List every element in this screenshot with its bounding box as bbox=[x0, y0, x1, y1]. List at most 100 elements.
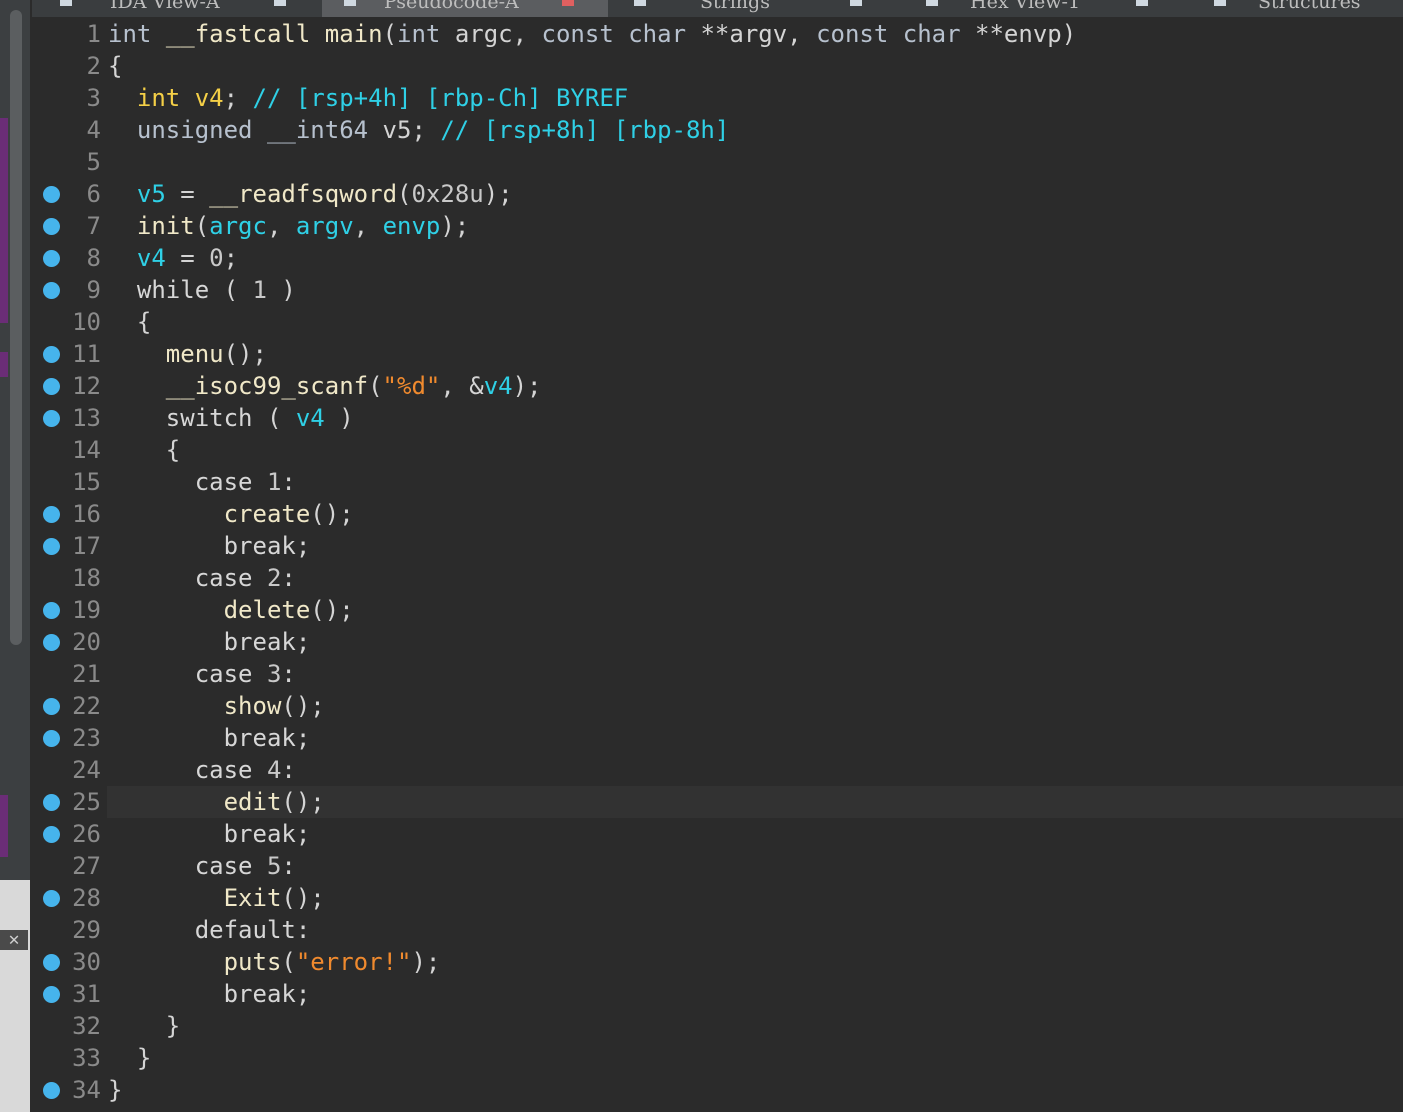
code-line[interactable]: 28 Exit(); bbox=[32, 882, 1403, 914]
code-text[interactable]: break; bbox=[108, 626, 311, 658]
code-text[interactable]: } bbox=[108, 1010, 180, 1042]
code-line[interactable]: 12 __isoc99_scanf("%d", &v4); bbox=[32, 370, 1403, 402]
close-tab-icon[interactable] bbox=[1136, 0, 1148, 6]
code-token: menu bbox=[165, 340, 224, 368]
code-text[interactable]: puts("error!"); bbox=[108, 946, 441, 978]
code-line[interactable]: 21 case 3: bbox=[32, 658, 1403, 690]
tab-hex-view-1[interactable]: Hex View-1 bbox=[908, 0, 1198, 17]
code-text[interactable]: { bbox=[108, 50, 122, 82]
tab-strings[interactable]: Strings bbox=[614, 0, 904, 17]
code-line[interactable]: 17 break; bbox=[32, 530, 1403, 562]
breakpoint-dot-icon[interactable] bbox=[43, 410, 60, 427]
code-text[interactable]: int __fastcall main(int argc, const char… bbox=[108, 18, 1076, 50]
code-text[interactable]: case 2: bbox=[108, 562, 296, 594]
code-text[interactable]: while ( 1 ) bbox=[108, 274, 296, 306]
code-text[interactable]: edit(); bbox=[108, 786, 325, 818]
pseudocode-editor[interactable]: 1 int __fastcall main(int argc, const cha… bbox=[32, 17, 1403, 1112]
tab-pseudocode-a[interactable]: Pseudocode-A bbox=[322, 0, 608, 17]
code-line[interactable]: 34} bbox=[32, 1074, 1403, 1106]
code-line[interactable]: 33 } bbox=[32, 1042, 1403, 1074]
code-line[interactable]: 1 int __fastcall main(int argc, const cha… bbox=[32, 18, 1403, 50]
code-line[interactable]: 16 create(); bbox=[32, 498, 1403, 530]
code-text[interactable]: int v4; // [rsp+4h] [rbp-Ch] BYREF bbox=[108, 82, 628, 114]
code-line[interactable]: 26 break; bbox=[32, 818, 1403, 850]
code-token: ) bbox=[324, 404, 354, 432]
code-text[interactable]: break; bbox=[108, 818, 311, 850]
code-line[interactable]: 15 case 1: bbox=[32, 466, 1403, 498]
code-text[interactable]: v4 = 0; bbox=[108, 242, 238, 274]
code-text[interactable]: case 1: bbox=[108, 466, 296, 498]
left-scrollbar-thumb[interactable] bbox=[10, 10, 22, 645]
breakpoint-dot-icon[interactable] bbox=[43, 698, 60, 715]
tab-ida-view-a[interactable]: IDA View-A bbox=[32, 0, 317, 17]
code-text[interactable]: break; bbox=[108, 722, 311, 754]
close-tab-icon[interactable] bbox=[274, 0, 286, 6]
tab-structures[interactable]: Structures bbox=[1202, 0, 1403, 17]
code-text[interactable]: menu(); bbox=[108, 338, 267, 370]
breakpoint-dot-icon[interactable] bbox=[43, 890, 60, 907]
breakpoint-dot-icon[interactable] bbox=[43, 378, 60, 395]
code-text[interactable]: switch ( v4 ) bbox=[108, 402, 354, 434]
breakpoint-dot-icon[interactable] bbox=[43, 1082, 60, 1099]
code-text[interactable]: init(argc, argv, envp); bbox=[108, 210, 469, 242]
code-line[interactable]: 31 break; bbox=[32, 978, 1403, 1010]
code-line[interactable]: 5 bbox=[32, 146, 1403, 178]
code-text[interactable]: break; bbox=[108, 530, 311, 562]
breakpoint-dot-icon[interactable] bbox=[43, 602, 60, 619]
breakpoint-dot-icon[interactable] bbox=[43, 538, 60, 555]
breakpoint-dot-icon[interactable] bbox=[43, 730, 60, 747]
code-line[interactable]: 23 break; bbox=[32, 722, 1403, 754]
code-text[interactable]: } bbox=[108, 1042, 151, 1074]
code-line[interactable]: 24 case 4: bbox=[32, 754, 1403, 786]
code-text[interactable]: delete(); bbox=[108, 594, 354, 626]
breakpoint-dot-icon[interactable] bbox=[43, 986, 60, 1003]
code-line[interactable]: 11 menu(); bbox=[32, 338, 1403, 370]
code-text[interactable]: { bbox=[108, 306, 151, 338]
code-text[interactable]: create(); bbox=[108, 498, 354, 530]
code-text[interactable]: case 3: bbox=[108, 658, 296, 690]
breakpoint-dot-icon[interactable] bbox=[43, 826, 60, 843]
code-line[interactable]: 20 break; bbox=[32, 626, 1403, 658]
breakpoint-dot-icon[interactable] bbox=[43, 218, 60, 235]
close-tab-icon[interactable] bbox=[562, 0, 574, 6]
code-text[interactable]: show(); bbox=[108, 690, 325, 722]
close-icon[interactable]: ✕ bbox=[0, 930, 28, 950]
code-line[interactable]: 3 int v4; // [rsp+4h] [rbp-Ch] BYREF bbox=[32, 82, 1403, 114]
code-text[interactable]: default: bbox=[108, 914, 311, 946]
breakpoint-dot-icon[interactable] bbox=[43, 186, 60, 203]
code-text[interactable]: break; bbox=[108, 978, 311, 1010]
breakpoint-dot-icon[interactable] bbox=[43, 634, 60, 651]
code-line[interactable]: 18 case 2: bbox=[32, 562, 1403, 594]
code-line[interactable]: 29 default: bbox=[32, 914, 1403, 946]
code-line[interactable]: 13 switch ( v4 ) bbox=[32, 402, 1403, 434]
close-tab-icon[interactable] bbox=[850, 0, 862, 6]
code-line[interactable]: 14 { bbox=[32, 434, 1403, 466]
code-line[interactable]: 25 edit(); bbox=[32, 786, 1403, 818]
code-line[interactable]: 6 v5 = __readfsqword(0x28u); bbox=[32, 178, 1403, 210]
code-line[interactable]: 22 show(); bbox=[32, 690, 1403, 722]
code-text[interactable]: unsigned __int64 v5; // [rsp+8h] [rbp-8h… bbox=[108, 114, 729, 146]
code-line[interactable]: 30 puts("error!"); bbox=[32, 946, 1403, 978]
breakpoint-dot-icon[interactable] bbox=[43, 346, 60, 363]
code-text[interactable]: v5 = __readfsqword(0x28u); bbox=[108, 178, 513, 210]
code-line[interactable]: 10 { bbox=[32, 306, 1403, 338]
breakpoint-dot-icon[interactable] bbox=[43, 954, 60, 971]
code-text[interactable]: case 5: bbox=[108, 850, 296, 882]
breakpoint-dot-icon[interactable] bbox=[43, 794, 60, 811]
code-text[interactable]: case 4: bbox=[108, 754, 296, 786]
code-line[interactable]: 27 case 5: bbox=[32, 850, 1403, 882]
code-line[interactable]: 32 } bbox=[32, 1010, 1403, 1042]
code-line[interactable]: 9 while ( 1 ) bbox=[32, 274, 1403, 306]
code-text[interactable]: __isoc99_scanf("%d", &v4); bbox=[108, 370, 542, 402]
code-line[interactable]: 4 unsigned __int64 v5; // [rsp+8h] [rbp-… bbox=[32, 114, 1403, 146]
breakpoint-dot-icon[interactable] bbox=[43, 506, 60, 523]
code-text[interactable]: Exit(); bbox=[108, 882, 325, 914]
code-line[interactable]: 8 v4 = 0; bbox=[32, 242, 1403, 274]
code-text[interactable]: { bbox=[108, 434, 180, 466]
code-line[interactable]: 7 init(argc, argv, envp); bbox=[32, 210, 1403, 242]
breakpoint-dot-icon[interactable] bbox=[43, 282, 60, 299]
code-text[interactable]: } bbox=[108, 1074, 122, 1106]
code-line[interactable]: 19 delete(); bbox=[32, 594, 1403, 626]
code-line[interactable]: 2{ bbox=[32, 50, 1403, 82]
breakpoint-dot-icon[interactable] bbox=[43, 250, 60, 267]
